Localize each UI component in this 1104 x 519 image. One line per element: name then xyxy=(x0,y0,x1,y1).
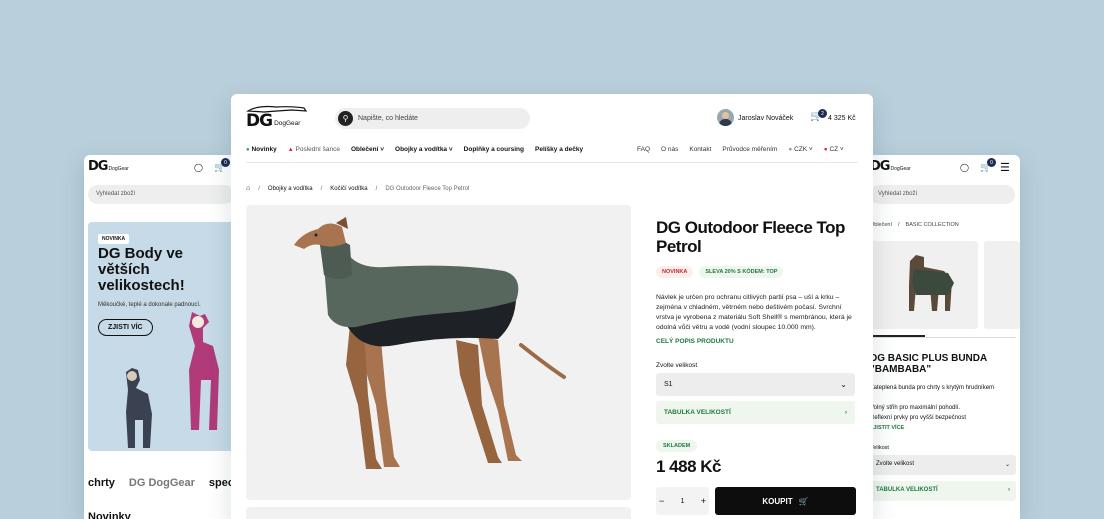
quantity-minus-button[interactable]: − xyxy=(659,496,664,506)
bullet-item: Reflexní prvky pro vyšší bezpečnost xyxy=(870,415,967,421)
tag-new: NOVINKA xyxy=(656,266,694,278)
product-subtitle: Zateplená bunda pro chrty s krytým hrudn… xyxy=(870,385,995,391)
dog-in-fleece-image xyxy=(294,217,566,469)
stock-badge: SKLADEM xyxy=(656,440,698,452)
nav-item-novinky[interactable]: ● Novinky xyxy=(246,146,277,153)
chevron-down-icon: ˅ xyxy=(380,146,385,153)
menu-icon[interactable]: ☰ xyxy=(1000,161,1010,174)
main-nav: ● Novinky ▲ Poslední šance Oblečení ˅ Ob… xyxy=(246,146,583,153)
nav-link-contact[interactable]: Kontakt xyxy=(689,146,711,153)
product-bullets: Volný střih pro maximální pohodlí. Refle… xyxy=(870,403,1018,423)
hero-banner[interactable]: NOVINKA DG Body ve větších velikostech! … xyxy=(88,222,234,451)
search-input[interactable]: Vyhledat zboží xyxy=(870,185,1015,204)
product-image[interactable] xyxy=(870,241,978,329)
breadcrumb-item[interactable]: Oblečení xyxy=(870,222,892,228)
size-label: Zvolte velikost xyxy=(656,362,698,369)
product-description: Návlek je určen pro ochranu citlivých pa… xyxy=(656,294,852,331)
chevron-down-icon: ⌄ xyxy=(840,380,847,389)
user-icon[interactable]: ◯ xyxy=(960,163,969,172)
currency-select[interactable]: ● CZK ˅ xyxy=(788,146,812,153)
user-icon[interactable]: ◯ xyxy=(194,163,203,172)
nav-item-last-chance[interactable]: ▲ Poslední šance xyxy=(288,146,340,153)
cart-total[interactable]: 4 325 Kč xyxy=(828,115,856,122)
brand-logo: chrty xyxy=(88,477,115,489)
search-icon[interactable]: ⚲ xyxy=(338,111,353,126)
coin-icon: ● xyxy=(788,146,793,153)
nav-link-about[interactable]: O nás xyxy=(661,146,678,153)
chevron-right-icon: › xyxy=(844,409,847,416)
hero-title: DG Body ve větších velikostech! xyxy=(98,245,185,294)
breadcrumb: Oblečení / BASIC COLLECTION xyxy=(870,222,959,228)
language-select[interactable]: ● CZ ˅ xyxy=(824,146,844,153)
hero-subtitle: Měkoučké, teplé a dokonale padnoucí. xyxy=(98,302,201,308)
dogs-image xyxy=(126,312,219,448)
breadcrumb-item[interactable]: Kočičí vodítka xyxy=(330,186,367,192)
buy-button[interactable]: KOUPIT 🛒 xyxy=(715,487,856,515)
section-heading: Novinky xyxy=(88,511,131,519)
user-name[interactable]: Jaroslav Nováček xyxy=(738,115,793,122)
search-input[interactable]: ⚲ Napište, co hledáte xyxy=(335,108,530,129)
dog-jacket-image xyxy=(909,255,954,311)
chevron-down-icon: ⌄ xyxy=(1004,462,1010,468)
breadcrumb-item[interactable]: Obojky a vodítka xyxy=(268,186,313,192)
breadcrumb: ⌂ / Obojky a vodítka / Kočičí vodítka / … xyxy=(246,185,470,192)
breadcrumb-item[interactable]: BASIC COLLECTION xyxy=(906,222,959,228)
product-price: 1 488 Kč xyxy=(656,457,722,476)
nav-link-faq[interactable]: FAQ xyxy=(637,146,650,153)
chevron-right-icon: › xyxy=(1008,487,1010,493)
size-select[interactable]: Zvolte velikost ⌄ xyxy=(870,455,1016,475)
quantity-value[interactable]: 1 xyxy=(681,498,685,505)
product-thumbnail[interactable] xyxy=(984,241,1020,329)
product-image[interactable] xyxy=(246,205,631,500)
logo[interactable]: DG DogGear xyxy=(870,159,911,174)
quantity-plus-button[interactable]: + xyxy=(701,496,706,506)
cart-icon: 🛒 xyxy=(798,496,809,506)
cart-count-badge: 0 xyxy=(987,158,996,167)
chevron-down-icon: ˅ xyxy=(448,146,453,153)
flag-icon: ● xyxy=(823,146,828,153)
nav-item-obojky[interactable]: Obojky a vodítka ˅ xyxy=(395,146,453,153)
tag-discount: SLEVA 20% S KÓDEM: TOP xyxy=(699,266,784,278)
nav-link-measuring[interactable]: Průvodce měřením xyxy=(722,146,777,153)
quantity-stepper: − 1 + xyxy=(656,487,709,515)
secondary-nav: FAQ O nás Kontakt Průvodce měřením ● CZK… xyxy=(637,146,844,153)
mobile-homepage-preview: DG DogGear ◯ 🛒 0 Vyhledat zboží NOVINKA … xyxy=(84,155,238,519)
more-link[interactable]: ZJISTIT VÍCE xyxy=(870,425,904,431)
cart-count-badge: 0 xyxy=(221,158,230,167)
product-title: DG BASIC PLUS BUNDA "BAMBABA" xyxy=(870,353,987,375)
chevron-down-icon: ˅ xyxy=(839,146,844,153)
size-table-link[interactable]: TABULKA VELIKOSTÍ › xyxy=(870,481,1016,501)
desktop-product-page: DG DogGear ⚲ Napište, co hledáte Jarosla… xyxy=(231,94,873,519)
product-tags: NOVINKA SLEVA 20% S KÓDEM: TOP xyxy=(656,266,784,278)
new-marker-icon: ● xyxy=(246,147,250,153)
divider xyxy=(246,162,858,163)
nav-item-pelisky[interactable]: Pelíšky a dečky xyxy=(535,146,583,153)
size-select[interactable]: S1 ⌄ xyxy=(656,373,855,396)
bullet-item: Volný střih pro maximální pohodlí. xyxy=(870,405,961,411)
chevron-down-icon: ˅ xyxy=(808,146,813,153)
product-image-secondary[interactable] xyxy=(246,507,631,519)
cart-count-badge: 2 xyxy=(818,109,827,118)
brand-strip: chrty DG DogGear spec xyxy=(88,477,238,489)
nav-item-doplnky[interactable]: Doplňky a coursing xyxy=(464,146,524,153)
search-input[interactable]: Vyhledat zboží xyxy=(88,185,234,204)
logo[interactable]: DG DogGear xyxy=(88,159,129,174)
breadcrumb-current: DG Outodoor Fleece Top Petrol xyxy=(385,185,470,192)
nav-item-obleceni[interactable]: Oblečení ˅ xyxy=(351,146,384,153)
size-table-link[interactable]: TABULKA VELIKOSTÍ › xyxy=(656,401,855,424)
product-title: DG Outodoor Fleece Top Petrol xyxy=(656,218,845,256)
avatar[interactable] xyxy=(717,109,734,126)
logo[interactable]: DG DogGear xyxy=(246,105,308,130)
flame-icon: ▲ xyxy=(287,147,294,153)
mobile-product-preview: DG DogGear ◯ 🛒 0 ☰ Vyhledat zboží Obleče… xyxy=(866,155,1020,519)
full-description-link[interactable]: CELÝ POPIS PRODUKTU xyxy=(656,338,734,345)
brand-logo: DG DogGear xyxy=(128,477,195,489)
hero-badge: NOVINKA xyxy=(98,234,130,244)
home-icon[interactable]: ⌂ xyxy=(246,185,250,192)
